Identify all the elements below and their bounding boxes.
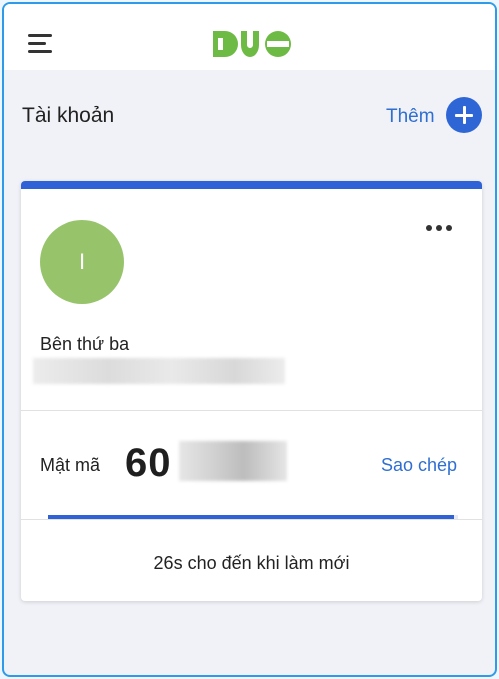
refresh-progress-fill bbox=[48, 515, 454, 519]
copy-passcode-button[interactable]: Sao chép bbox=[381, 455, 457, 476]
card-divider bbox=[21, 410, 482, 411]
top-bar bbox=[4, 4, 495, 70]
refresh-progress-bar bbox=[48, 515, 458, 519]
hamburger-menu-icon[interactable] bbox=[28, 34, 52, 54]
add-account-label[interactable]: Thêm bbox=[386, 106, 435, 128]
app-window: Tài khoản Thêm I Bên thứ ba Mật mã 60 Sa… bbox=[2, 2, 497, 677]
passcode-label: Mật mã bbox=[40, 455, 101, 475]
passcode-value: 60 bbox=[125, 441, 172, 485]
card-accent-bar bbox=[21, 181, 482, 189]
redacted-passcode bbox=[179, 441, 287, 481]
redacted-account-detail bbox=[33, 358, 285, 384]
progress-divider bbox=[21, 519, 482, 520]
account-name: Bên thứ ba bbox=[40, 334, 130, 354]
refresh-countdown: 26s cho đến khi làm mới bbox=[153, 553, 350, 573]
more-options-icon[interactable] bbox=[419, 219, 459, 237]
avatar: I bbox=[40, 220, 124, 304]
account-card: I Bên thứ ba Mật mã 60 Sao chép 26s cho … bbox=[21, 181, 482, 601]
accounts-title: Tài khoản bbox=[22, 104, 115, 127]
duo-logo bbox=[213, 31, 291, 57]
add-account-button[interactable] bbox=[446, 97, 482, 133]
